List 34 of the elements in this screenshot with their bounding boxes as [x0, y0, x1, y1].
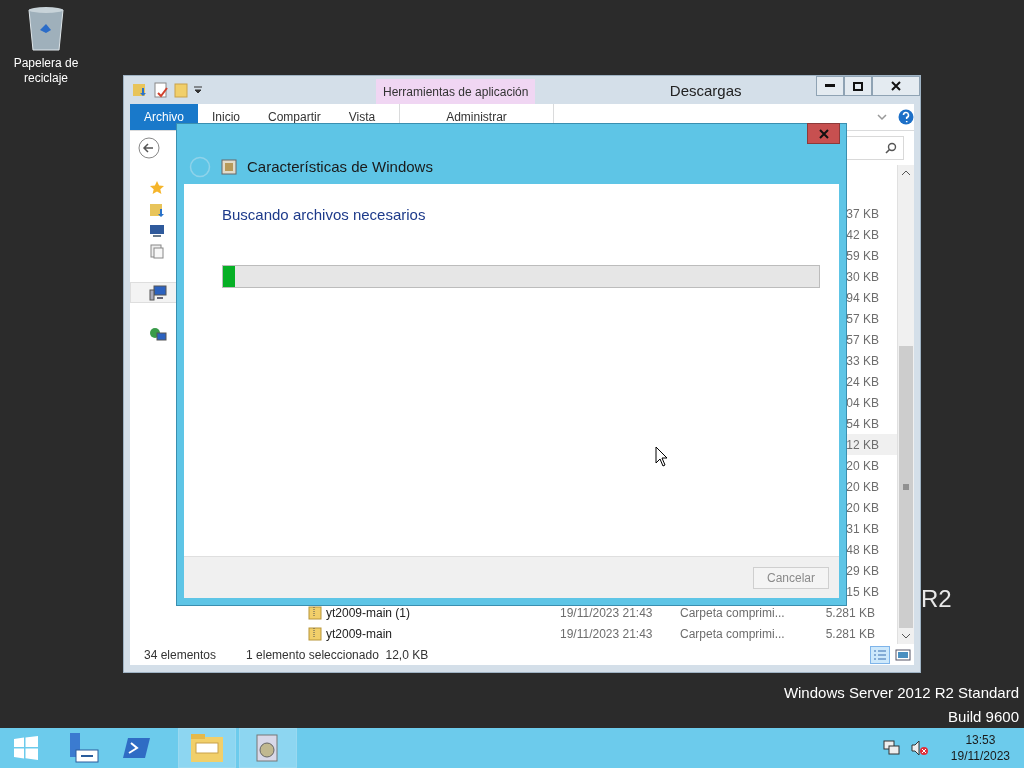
file-name: yt2009-main: [326, 626, 393, 641]
dialog-title: Características de Windows: [247, 158, 433, 175]
file-size: 57 KB: [845, 332, 880, 347]
file-size: 20 KB: [845, 479, 880, 494]
contextual-tab-group: Herramientas de aplicación: [376, 79, 536, 104]
file-size: 24 KB: [845, 374, 880, 389]
window-title: Descargas: [668, 81, 743, 99]
file-size: 15 KB: [845, 584, 880, 599]
edition-text: Windows Server 2012 R2 Standard: [783, 684, 1019, 702]
file-size: 33 KB: [845, 353, 880, 368]
file-type: Carpeta comprimi...: [680, 626, 786, 641]
status-heading: Buscando archivos necesarios: [222, 206, 427, 223]
build-text: Build 9600: [948, 708, 1019, 726]
file-size: 59 KB: [845, 248, 880, 263]
file-size: 5.281 KB: [824, 605, 876, 620]
file-size: 12 KB: [845, 437, 880, 452]
file-size: 5.281 KB: [824, 626, 876, 641]
file-size: 94 KB: [845, 290, 880, 305]
file-name: yt2009-main (1): [326, 605, 411, 620]
item-count: 34 elementos: [144, 647, 217, 662]
file-size: 57 KB: [845, 311, 880, 326]
file-type: Carpeta comprimi...: [680, 605, 786, 620]
file-date: 19/11/2023 21:43: [560, 626, 654, 641]
file-size: 20 KB: [845, 458, 880, 473]
file-size: 20 KB: [845, 500, 880, 515]
selection-info: 1 elemento seleccionado 12,0 KB: [246, 647, 429, 662]
file-size: 30 KB: [845, 269, 880, 284]
logo-text: R2: [921, 585, 952, 613]
file-size: 42 KB: [845, 227, 880, 242]
file-size: 48 KB: [845, 542, 880, 557]
file-date: 19/11/2023 21:43: [560, 605, 654, 620]
file-size: 31 KB: [845, 521, 880, 536]
file-size: 04 KB: [845, 395, 880, 410]
file-size: 54 KB: [845, 416, 880, 431]
